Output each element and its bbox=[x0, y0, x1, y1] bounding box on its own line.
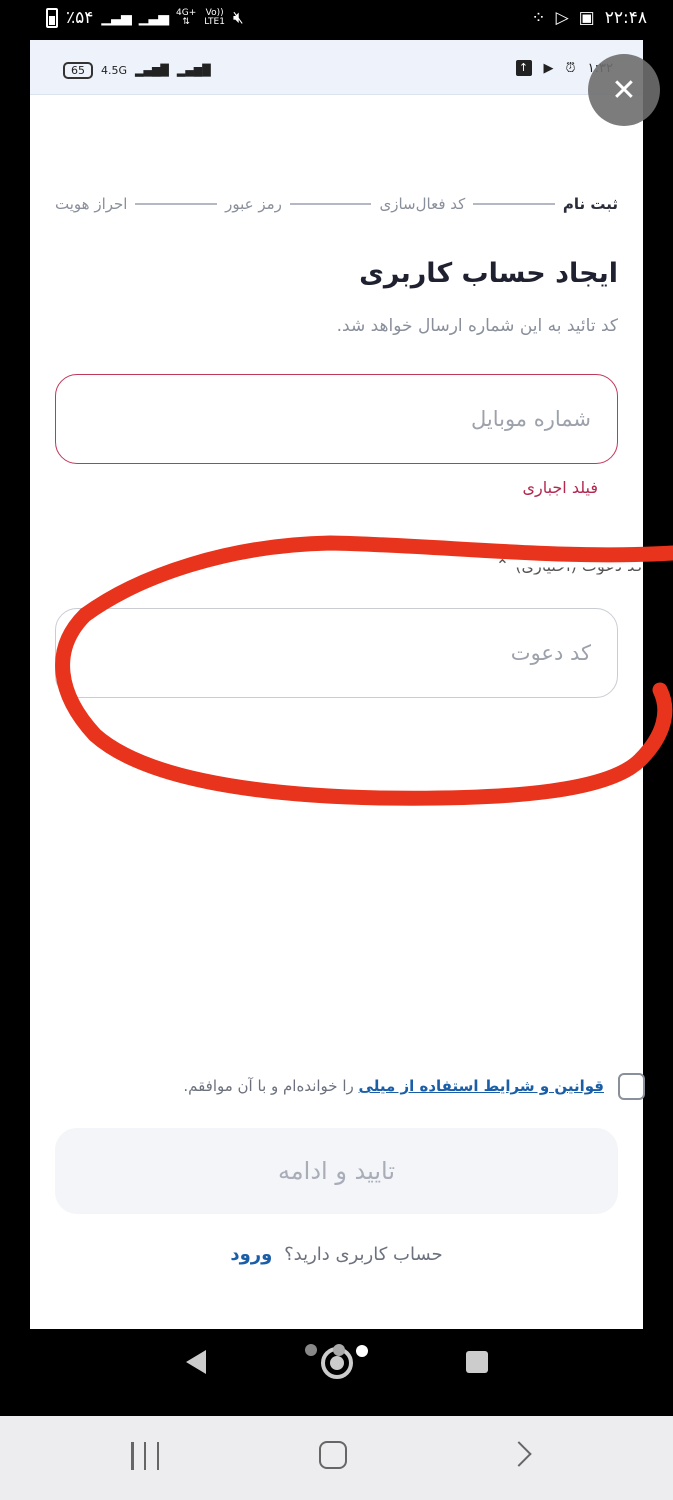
alarm-icon: ⏰︎ bbox=[565, 60, 576, 76]
app-notification-icon: ⁘ bbox=[531, 8, 546, 28]
terms-agreement: قوانین و شرایط استفاده از میلی را خوانده… bbox=[183, 1069, 645, 1103]
invite-code-toggle[interactable]: کد دعوت (اختیاری) ⌃ bbox=[443, 551, 643, 579]
step-identity-verification: احراز هویت bbox=[55, 195, 128, 213]
signal-icon: ▂▄▆█ bbox=[135, 64, 169, 77]
upload-icon: ↑ bbox=[515, 60, 532, 76]
invite-toggle-label: کد دعوت (اختیاری) bbox=[515, 555, 643, 575]
page-indicator-dot bbox=[333, 1344, 345, 1356]
page-subtitle: کد تائید به این شماره ارسال خواهد شد. bbox=[336, 316, 618, 336]
screen: ٪۵۴ ▁▃▅ ▁▃▅ 4G+ ⇅ Vo)) LTE1 🔇︎ ⁘ ▷ ▣ ۲۲:۴۸… bbox=[0, 0, 673, 1500]
battery-percent: ٪۵۴ bbox=[66, 8, 94, 28]
gallery-icon: ▣ bbox=[578, 8, 595, 28]
step-signup: ثبت نام bbox=[562, 195, 618, 213]
play-icon: ▶ bbox=[543, 60, 554, 76]
step-password: رمز عبور bbox=[225, 195, 282, 213]
page-indicator-dot-active bbox=[356, 1345, 368, 1357]
mobile-field[interactable] bbox=[55, 374, 618, 464]
back-icon[interactable] bbox=[186, 1350, 206, 1374]
step-activation-code: کد فعال‌سازی bbox=[379, 195, 466, 213]
app-status-bar: 65 4.5G ▂▄▆█ ▂▄▆█ ↑ ▶ ⏰︎ ۱:۳۲ bbox=[30, 40, 643, 95]
close-button[interactable]: ✕ bbox=[588, 54, 660, 126]
signal-icon: ▁▃▅ bbox=[101, 10, 131, 26]
login-prompt: حساب کاربری دارید؟ ورود bbox=[0, 1244, 673, 1265]
volte-indicator: Vo)) LTE1 bbox=[204, 8, 225, 27]
confirm-continue-button[interactable]: تایید و ادامه bbox=[55, 1128, 618, 1214]
registration-stepper: ثبت نام کد فعال‌سازی رمز عبور احراز هویت bbox=[55, 192, 618, 216]
network-label: 4.5G bbox=[101, 64, 128, 77]
device-clock: ۲۲:۴۸ bbox=[604, 8, 647, 28]
step-connector bbox=[289, 203, 372, 205]
play-store-icon: ▷ bbox=[555, 8, 569, 28]
terms-suffix: را خوانده‌ام و با آن موافقم. bbox=[183, 1077, 354, 1095]
step-connector bbox=[135, 203, 218, 205]
login-link[interactable]: ورود bbox=[230, 1244, 272, 1265]
signal-icon-2: ▁▃▅ bbox=[138, 10, 169, 26]
terms-link[interactable]: قوانین و شرایط استفاده از میلی bbox=[359, 1077, 604, 1095]
battery-icon bbox=[46, 8, 58, 28]
page-title: ایجاد حساب کاربری bbox=[359, 258, 618, 289]
login-prompt-text: حساب کاربری دارید؟ bbox=[284, 1244, 443, 1265]
device-status-bar: ٪۵۴ ▁▃▅ ▁▃▅ 4G+ ⇅ Vo)) LTE1 🔇︎ ⁘ ▷ ▣ ۲۲:۴۸ bbox=[0, 0, 673, 40]
home-button[interactable] bbox=[319, 1441, 347, 1469]
mute-icon: 🔇︎ bbox=[232, 8, 244, 28]
page-indicator-dot bbox=[305, 1344, 317, 1356]
signal-icon-2: ▂▄▆█ bbox=[176, 64, 211, 77]
network-type: 4G+ ⇅ bbox=[176, 8, 197, 27]
recent-apps-button[interactable] bbox=[131, 1442, 159, 1470]
invite-code-field[interactable] bbox=[55, 608, 618, 698]
mobile-input[interactable] bbox=[82, 407, 591, 431]
invite-code-input[interactable] bbox=[82, 641, 591, 665]
chevron-up-icon: ⌃ bbox=[495, 555, 510, 575]
battery-level: 65 bbox=[63, 62, 93, 79]
terms-checkbox[interactable] bbox=[618, 1072, 645, 1100]
recent-apps-icon[interactable] bbox=[466, 1351, 488, 1373]
close-icon: ✕ bbox=[611, 72, 637, 108]
step-connector bbox=[473, 203, 555, 205]
mobile-error-message: فیلد اجباری bbox=[522, 478, 598, 497]
